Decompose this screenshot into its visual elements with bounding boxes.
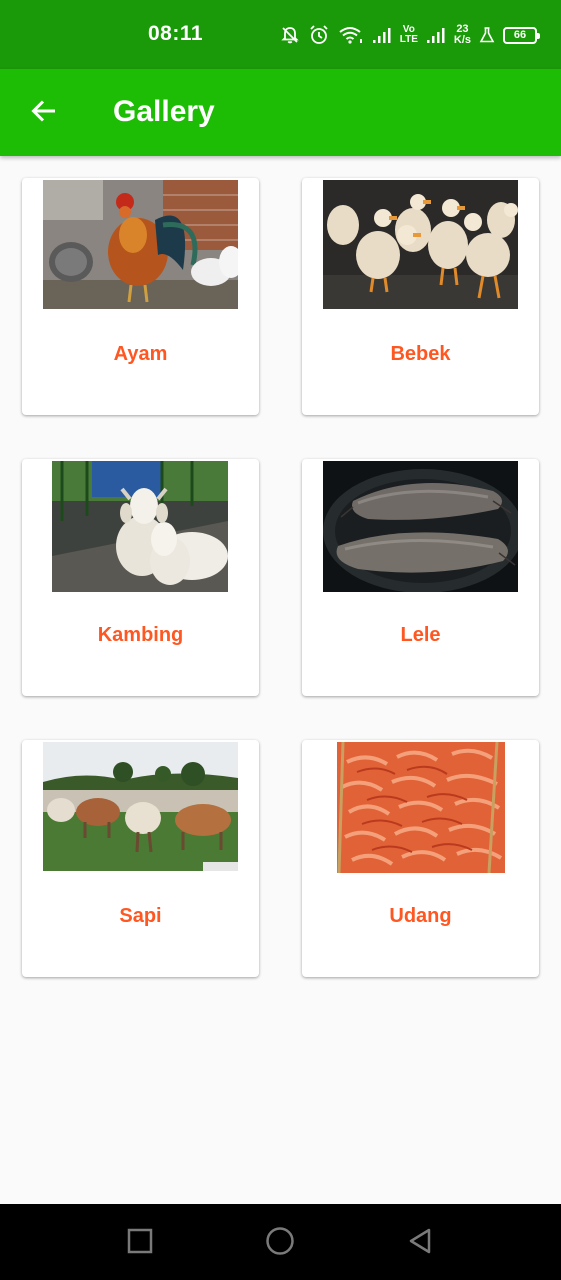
- cell-signal-1-icon: [372, 26, 392, 44]
- app-bar: Gallery: [0, 69, 561, 156]
- chicken-photo: [43, 180, 238, 309]
- home-button[interactable]: [263, 1226, 297, 1260]
- battery-icon: 66: [503, 26, 540, 44]
- volte-bottom-text: LTE: [399, 34, 418, 45]
- gallery-card-label: Bebek: [390, 343, 451, 365]
- back-button[interactable]: [22, 91, 66, 135]
- gallery-card-label: Udang: [389, 905, 452, 927]
- gallery-card-label: Ayam: [113, 343, 168, 365]
- status-icons: Vo LTE 23 K/s 66: [280, 20, 540, 50]
- arrow-back-icon: [30, 97, 58, 130]
- page-title: Gallery: [113, 95, 215, 128]
- notifications-off-icon: [280, 25, 300, 45]
- gallery-card-bebek[interactable]: Bebek: [302, 178, 539, 415]
- network-speed: 23 K/s: [454, 24, 471, 46]
- back-icon: [407, 1227, 433, 1260]
- home-icon: [265, 1226, 295, 1261]
- gallery-card-label: Lele: [400, 624, 441, 646]
- volte-indicator: Vo LTE: [400, 25, 418, 45]
- catfish-photo: [323, 461, 518, 592]
- system-nav-bar: [0, 1204, 561, 1280]
- recent-apps-icon: [127, 1228, 153, 1259]
- gallery-card-label: Kambing: [97, 624, 184, 646]
- status-bar: 08:11 Vo LTE 23 K/s 66: [0, 0, 561, 69]
- cell-signal-2-icon: [426, 26, 446, 44]
- shrimp-photo: [337, 742, 505, 873]
- goat-photo: [52, 461, 228, 592]
- gallery-card-label: Sapi: [119, 905, 162, 927]
- network-speed-unit: K/s: [453, 34, 471, 46]
- gallery-card-udang[interactable]: Udang: [302, 740, 539, 977]
- duck-photo: [323, 180, 518, 309]
- gallery-card-kambing[interactable]: Kambing: [22, 459, 259, 696]
- status-time: 08:11: [148, 22, 204, 45]
- system-back-button[interactable]: [403, 1226, 437, 1260]
- cattle-photo: [43, 742, 238, 871]
- gallery-card-sapi[interactable]: Sapi: [22, 740, 259, 977]
- recent-apps-button[interactable]: [123, 1226, 157, 1260]
- gallery-card-ayam[interactable]: Ayam: [22, 178, 259, 415]
- wifi-signal-icon: [338, 25, 364, 45]
- gallery-card-lele[interactable]: Lele: [302, 459, 539, 696]
- battery-level: 66: [513, 29, 527, 41]
- flask-icon: [479, 26, 495, 44]
- alarm-icon: [308, 24, 330, 46]
